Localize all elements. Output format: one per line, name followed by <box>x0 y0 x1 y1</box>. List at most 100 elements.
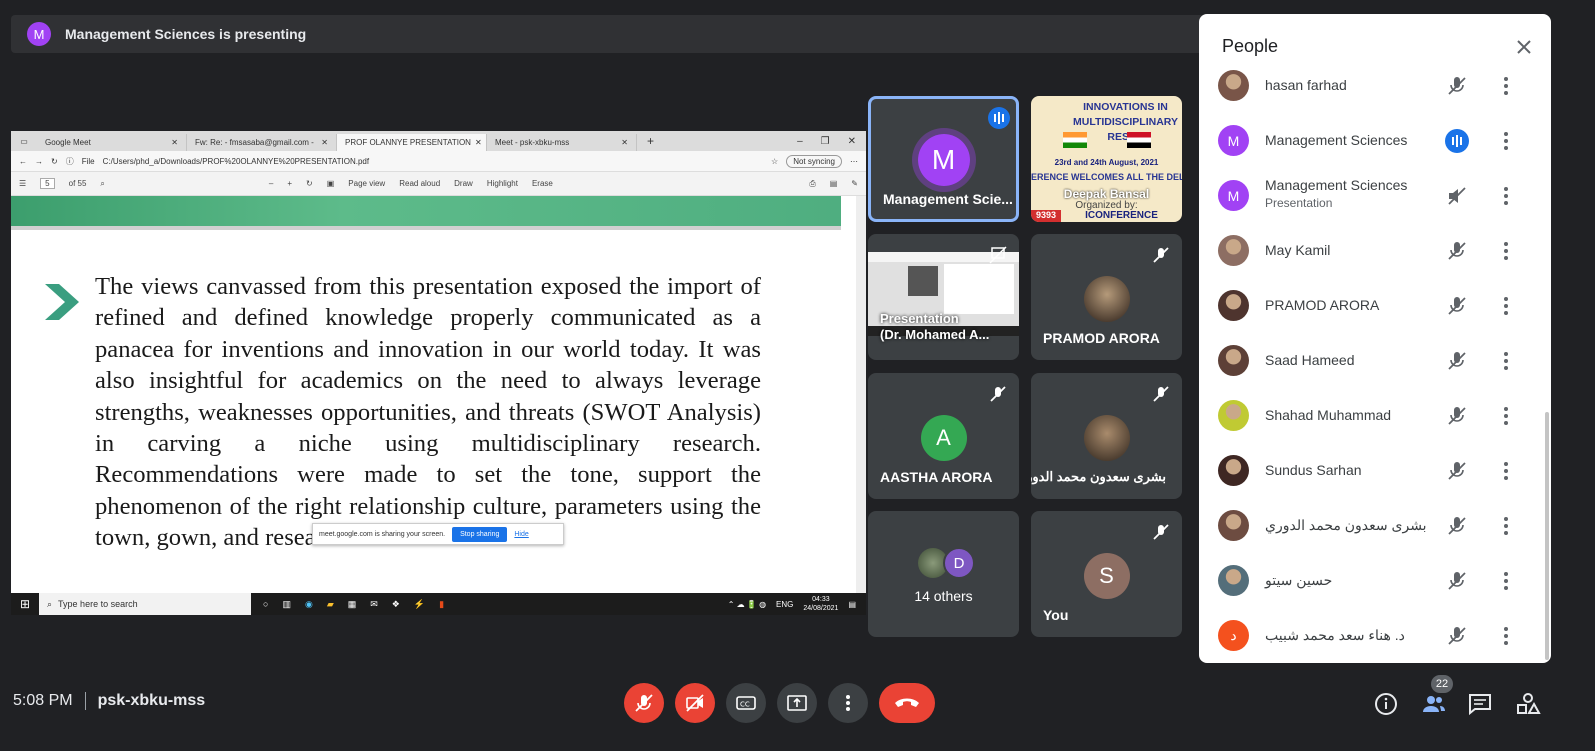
avatar: د <box>1218 620 1249 651</box>
page-view-button[interactable]: Page view <box>348 179 385 188</box>
zoom-in-icon[interactable]: + <box>287 179 292 188</box>
participant-row[interactable]: hasan farhad <box>1199 58 1551 113</box>
self-tile[interactable]: S You <box>1031 511 1182 637</box>
windows-start-icon[interactable]: ⊞ <box>11 597 39 611</box>
more-vert-icon[interactable] <box>1494 184 1518 208</box>
participant-row[interactable]: M Management Sciences <box>1199 113 1551 168</box>
pin-icon[interactable]: ✎ <box>851 179 858 188</box>
leave-call-button[interactable] <box>879 683 935 723</box>
office-icon[interactable]: ▮ <box>439 599 444 610</box>
participant-row[interactable]: Saad Hameed <box>1199 333 1551 388</box>
sync-button[interactable]: Not syncing <box>786 154 842 168</box>
draw-button[interactable]: Draw <box>454 179 473 188</box>
fit-icon[interactable]: ▣ <box>327 179 335 188</box>
more-vert-icon[interactable] <box>1494 349 1518 373</box>
more-vert-icon[interactable] <box>1494 569 1518 593</box>
browser-tab[interactable]: Fw: Re: - fmsasaba@gmail.com - ✕ <box>187 134 337 151</box>
notification-icon[interactable]: ▤ <box>848 600 856 609</box>
participant-name: Saad Hameed <box>1265 352 1355 368</box>
mail-icon[interactable]: ✉ <box>370 599 378 610</box>
dropbox-icon[interactable]: ❖ <box>392 599 400 610</box>
participant-row[interactable]: حسين سيتو <box>1199 553 1551 608</box>
participant-row[interactable]: Sundus Sarhan <box>1199 443 1551 498</box>
present-screen-icon <box>787 695 807 711</box>
participant-row[interactable]: د د. هناء سعد محمد شبيب <box>1199 608 1551 663</box>
cortana-icon[interactable]: ○ <box>263 599 268 610</box>
more-vert-icon[interactable] <box>1494 129 1518 153</box>
close-icon: ✕ <box>621 138 628 147</box>
folder-icon[interactable]: ▰ <box>327 599 334 610</box>
people-icon[interactable] <box>1421 691 1447 717</box>
more-vert-icon[interactable] <box>1494 514 1518 538</box>
edge-icon[interactable]: ◉ <box>305 599 313 610</box>
participant-tile[interactable]: PRAMOD ARORA <box>1031 234 1182 360</box>
stop-sharing-button[interactable]: Stop sharing <box>452 526 508 542</box>
store-icon[interactable]: ▦ <box>348 599 357 610</box>
url-field[interactable]: C:/Users/phd_a/Downloads/PROF%20OLANNYE%… <box>103 157 763 166</box>
more-options-button[interactable] <box>828 683 868 723</box>
more-vert-icon[interactable] <box>1494 294 1518 318</box>
slide-body-text: The views canvassed from this presentati… <box>95 273 761 552</box>
task-view-icon[interactable]: ▥ <box>282 599 291 610</box>
participant-tile[interactable]: INNOVATIONS IN MULTIDISCIPLINARY RESEA 2… <box>1031 96 1182 222</box>
browser-tab[interactable]: Meet - psk-xbku-mss ✕ <box>487 134 637 151</box>
participant-tile[interactable]: M Management Scie... <box>868 96 1019 222</box>
close-icon[interactable] <box>1513 36 1535 58</box>
highlight-button[interactable]: Highlight <box>487 179 518 188</box>
menu-icon[interactable]: ⋯ <box>850 157 858 166</box>
save-icon[interactable]: ▤ <box>830 179 838 188</box>
more-vert-icon[interactable] <box>1494 404 1518 428</box>
forward-icon[interactable]: → <box>35 157 43 166</box>
zoom-out-icon[interactable]: – <box>269 179 273 188</box>
erase-button[interactable]: Erase <box>532 179 553 188</box>
read-aloud-button[interactable]: Read aloud <box>399 179 440 188</box>
activities-icon[interactable] <box>1515 691 1541 717</box>
pdf-scrollbar[interactable] <box>856 196 866 593</box>
print-icon[interactable]: ⎙ <box>809 179 815 189</box>
app-icon[interactable]: ⚡ <box>414 599 425 610</box>
mic-off-icon <box>1448 77 1466 95</box>
system-tray: ⌃ ☁ 🔋 ◍ ENG 04:33 24/08/2021 ▤ <box>728 595 866 613</box>
captions-button[interactable]: CC <box>726 683 766 723</box>
slide-divider <box>11 226 841 230</box>
chat-icon[interactable] <box>1467 691 1493 717</box>
more-vert-icon[interactable] <box>1494 239 1518 263</box>
page-number-input[interactable]: 5 <box>40 178 55 189</box>
browser-tab-active[interactable]: PROF OLANNYE PRESENTATION ✕ <box>337 134 487 151</box>
new-tab-icon[interactable]: + <box>637 134 664 148</box>
participant-row[interactable]: May Kamil <box>1199 223 1551 278</box>
panel-scrollbar[interactable] <box>1545 412 1549 660</box>
others-tile[interactable]: D 14 others <box>868 511 1019 637</box>
back-icon[interactable]: ← <box>19 157 27 166</box>
more-vert-icon[interactable] <box>1494 624 1518 648</box>
favorite-icon[interactable]: ☆ <box>771 157 778 166</box>
participant-row[interactable]: M Management Sciences Presentation <box>1199 168 1551 223</box>
browser-tab[interactable]: Google Meet ✕ <box>37 134 187 151</box>
participant-tile[interactable]: بشرى سعدون محمد الدوري <box>1031 373 1182 499</box>
rotate-icon[interactable]: ↻ <box>306 179 313 188</box>
search-icon[interactable]: ⌕ <box>100 179 104 189</box>
contents-icon[interactable]: ☰ <box>19 179 26 188</box>
present-button[interactable] <box>777 683 817 723</box>
refresh-icon[interactable]: ↻ <box>51 157 58 166</box>
more-vert-icon[interactable] <box>1494 74 1518 98</box>
participant-row[interactable]: بشرى سعدون محمد الدوري <box>1199 498 1551 553</box>
info-icon[interactable] <box>1373 691 1399 717</box>
camera-toggle-button[interactable] <box>675 683 715 723</box>
participant-tile[interactable]: A AASTHA ARORA <box>868 373 1019 499</box>
tray-icons[interactable]: ⌃ ☁ 🔋 ◍ <box>728 600 766 609</box>
restore-icon[interactable]: ❐ <box>821 136 830 147</box>
flag-icon <box>1062 132 1087 148</box>
browser-tabbar: ▭ Google Meet ✕ Fw: Re: - fmsasaba@gmail.… <box>11 131 866 151</box>
participant-row[interactable]: Shahad Muhammad <box>1199 388 1551 443</box>
more-vert-icon[interactable] <box>1494 459 1518 483</box>
clock: 5:08 PM <box>13 692 73 709</box>
participant-name: Shahad Muhammad <box>1265 407 1392 423</box>
participant-row[interactable]: PRAMOD ARORA <box>1199 278 1551 333</box>
close-window-icon[interactable]: ✕ <box>848 136 856 147</box>
presentation-tile[interactable]: Presentation (Dr. Mohamed A... <box>868 234 1019 360</box>
mic-toggle-button[interactable] <box>624 683 664 723</box>
taskbar-search[interactable]: ⌕ Type here to search <box>39 593 251 615</box>
hide-link[interactable]: Hide <box>514 531 528 538</box>
minimize-icon[interactable]: – <box>797 136 803 147</box>
